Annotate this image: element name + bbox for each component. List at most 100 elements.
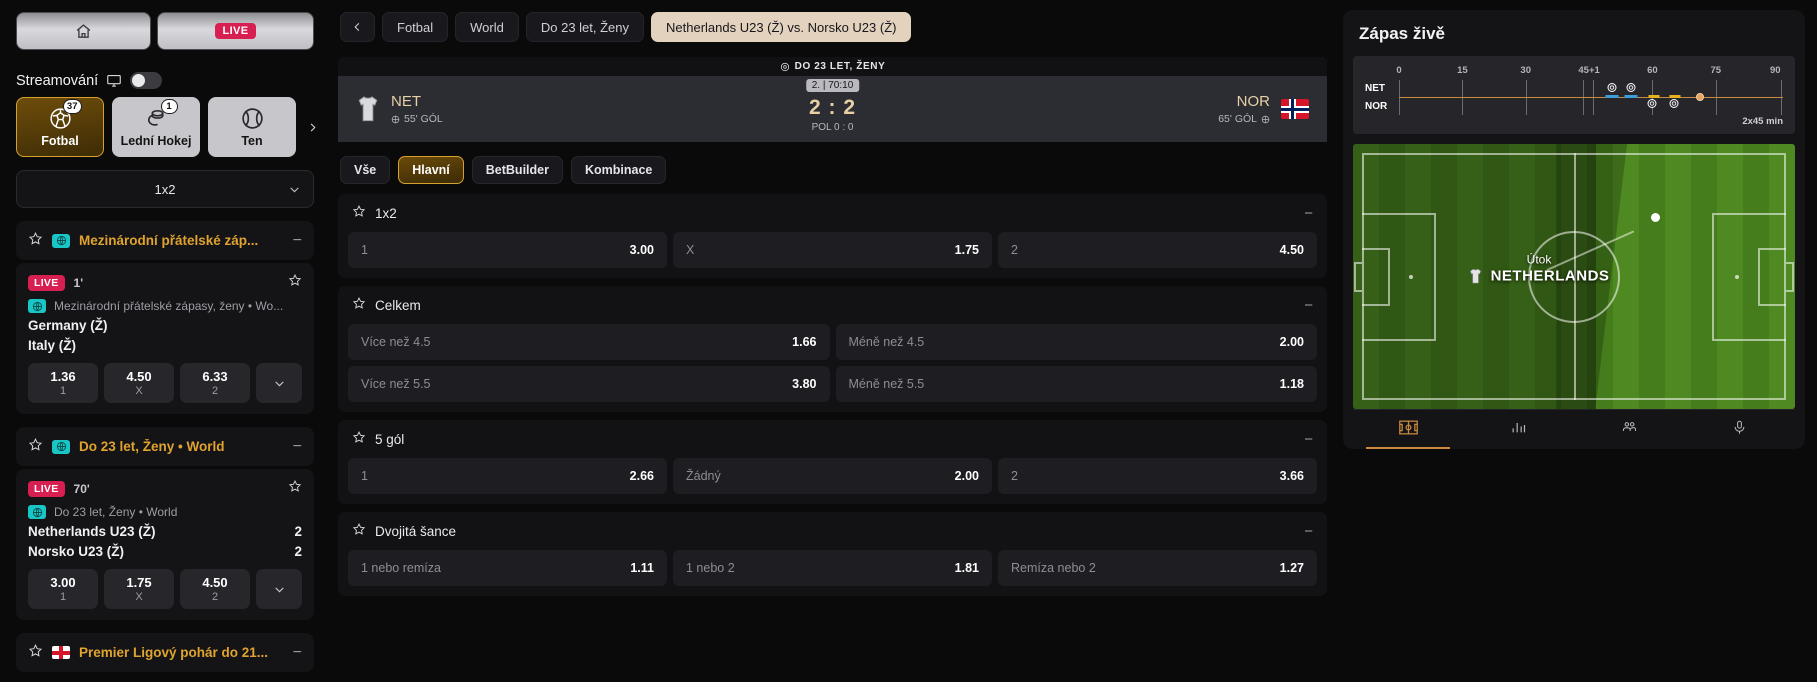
selection-odds: 1.75	[954, 243, 979, 257]
selection-button[interactable]: 1 3.00	[348, 232, 667, 268]
league-header-do-23-let[interactable]: Do 23 let, Ženy • World −	[16, 427, 314, 466]
favorite-star-icon[interactable]	[28, 231, 43, 251]
favorite-star-icon[interactable]	[352, 204, 366, 223]
selection-button[interactable]: 2 4.50	[998, 232, 1317, 268]
event-card-germany-italy[interactable]: LIVE 1' Mezinárodní přátelské zápasy, že…	[16, 263, 314, 414]
favorite-star-icon[interactable]	[352, 522, 366, 541]
league-header-premier-ligovy-pohar[interactable]: Premier Ligový pohár do 21... −	[16, 633, 314, 672]
selection-odds: 1.27	[1279, 561, 1304, 575]
market-name: 5 gól	[375, 431, 405, 447]
event-top-row: LIVE 70'	[28, 479, 302, 498]
odds-button-1[interactable]: 3.00 1	[28, 569, 98, 609]
odds-button-2[interactable]: 4.50 2	[180, 569, 250, 609]
tab-betbuilder[interactable]: BetBuilder	[471, 156, 563, 184]
match-competition-label: DO 23 LET, ŽENY	[794, 61, 886, 72]
selection-button[interactable]: X 1.75	[673, 232, 992, 268]
favorite-star-icon[interactable]	[288, 273, 302, 292]
live-button[interactable]: LIVE	[157, 12, 314, 50]
selection-button[interactable]: 1 nebo 2 1.81	[673, 550, 992, 586]
collapse-icon[interactable]: −	[293, 644, 302, 662]
sport-count-badge: 37	[62, 99, 82, 114]
tab-pitch[interactable]	[1353, 410, 1464, 449]
streaming-toggle[interactable]	[130, 72, 163, 89]
collapse-icon[interactable]: −	[1304, 205, 1313, 222]
event-away-team: Norsko U23 (Ž) 2	[28, 544, 302, 559]
sport-strip-next-button[interactable]	[302, 117, 322, 137]
breadcrumb-item-world[interactable]: World	[455, 12, 519, 42]
chevron-down-icon	[288, 183, 301, 199]
selection-button[interactable]: Více než 5.5 3.80	[348, 366, 830, 402]
lineup-icon	[1620, 419, 1639, 440]
globe-icon	[28, 299, 46, 313]
tab-lineups[interactable]	[1574, 410, 1685, 449]
home-button[interactable]	[16, 12, 151, 50]
jersey-icon	[356, 94, 380, 125]
event-league-label: Do 23 let, Ženy • World	[54, 505, 178, 519]
odds-key: 1	[59, 385, 67, 397]
selection-button[interactable]: Remíza nebo 2 1.27	[998, 550, 1317, 586]
selection-button[interactable]: Žádný 2.00	[673, 458, 992, 494]
more-markets-button[interactable]	[256, 363, 302, 403]
favorite-star-icon[interactable]	[28, 643, 43, 663]
pitch-visualization[interactable]: Útok NETHERLANDS	[1353, 144, 1795, 409]
flag-norway-icon	[1281, 99, 1309, 119]
breadcrumb-item-match[interactable]: Netherlands U23 (Ž) vs. Norsko U23 (Ž)	[651, 12, 912, 42]
market-header[interactable]: Dvojitá šance −	[338, 512, 1327, 550]
timeline-home-track	[1399, 80, 1783, 97]
sport-card-ledni-hokej[interactable]: 1 Lední Hokej	[112, 97, 200, 157]
collapse-icon[interactable]: −	[293, 438, 302, 456]
selection-odds: 3.00	[629, 243, 654, 257]
timeline-format-label: 2x45 min	[1742, 116, 1783, 127]
pitch-penalty-spot-right	[1735, 274, 1739, 279]
selection-button[interactable]: 1 nebo remíza 1.11	[348, 550, 667, 586]
tab-statistics[interactable]	[1464, 410, 1575, 449]
odds-button-2[interactable]: 6.33 2	[180, 363, 250, 403]
collapse-icon[interactable]: −	[293, 232, 302, 250]
collapse-icon[interactable]: −	[1304, 523, 1313, 540]
sport-card-fotbal[interactable]: 37 Fotbal	[16, 97, 104, 157]
odds-button-1[interactable]: 1.36 1	[28, 363, 98, 403]
selection-button[interactable]: 2 3.66	[998, 458, 1317, 494]
tab-kombinace[interactable]: Kombinace	[570, 156, 667, 184]
favorite-star-icon[interactable]	[352, 430, 366, 449]
selection-button[interactable]: Více než 4.5 1.66	[348, 324, 830, 360]
selection-odds: 3.66	[1279, 469, 1304, 483]
selection-label: 1	[361, 243, 368, 257]
tab-commentary[interactable]	[1685, 410, 1796, 449]
market-dvojita-sance: Dvojitá šance − 1 nebo remíza 1.11 1 neb…	[338, 512, 1327, 596]
globe-icon	[52, 439, 70, 454]
selection-button[interactable]: Méně než 5.5 1.18	[835, 366, 1317, 402]
market-header[interactable]: 1x2 −	[338, 194, 1327, 232]
market-header[interactable]: 5 gól −	[338, 420, 1327, 458]
event-card-netherlands-norsko[interactable]: LIVE 70' Do 23 let, Ženy • World Netherl…	[16, 469, 314, 620]
timeline-tick: 15	[1457, 65, 1468, 76]
odds-value: 4.50	[202, 575, 228, 590]
favorite-star-icon[interactable]	[288, 479, 302, 498]
sport-label: Lední Hokej	[120, 134, 192, 148]
odds-value: 1.75	[126, 575, 152, 590]
collapse-icon[interactable]: −	[1304, 431, 1313, 448]
more-markets-button[interactable]	[256, 569, 302, 609]
collapse-icon[interactable]: −	[1304, 297, 1313, 314]
tab-vse[interactable]: Vše	[340, 156, 391, 184]
selection-odds: 1.81	[954, 561, 979, 575]
favorite-star-icon[interactable]	[28, 437, 43, 457]
tab-hlavni[interactable]: Hlavní	[398, 156, 464, 184]
odds-button-x[interactable]: 1.75 X	[104, 569, 174, 609]
breadcrumb-back-button[interactable]	[340, 12, 375, 42]
market-tab-bar: Vše Hlavní BetBuilder Kombinace	[338, 156, 1327, 184]
breadcrumb-item-fotbal[interactable]: Fotbal	[382, 12, 449, 42]
market-header[interactable]: Celkem −	[338, 286, 1327, 324]
favorite-star-icon[interactable]	[352, 296, 366, 315]
league-header-mezinarodni[interactable]: Mezinárodní přátelské záp... −	[16, 221, 314, 260]
sport-card-tenis[interactable]: Ten	[208, 97, 296, 157]
selection-button[interactable]: Méně než 4.5 2.00	[835, 324, 1317, 360]
odds-button-x[interactable]: 4.50 X	[104, 363, 174, 403]
market-select[interactable]: 1x2	[16, 170, 314, 208]
away-team-code: NOR	[1236, 93, 1270, 110]
period-chip: 2. | 70:10	[805, 79, 860, 92]
left-sidebar: LIVE Streamování 37 Fotbal 1 Lední Hokej…	[0, 0, 330, 682]
selection-button[interactable]: 1 2.66	[348, 458, 667, 494]
breadcrumb-item-do-23-let[interactable]: Do 23 let, Ženy	[525, 12, 645, 42]
timeline-tick: 75	[1710, 65, 1722, 76]
